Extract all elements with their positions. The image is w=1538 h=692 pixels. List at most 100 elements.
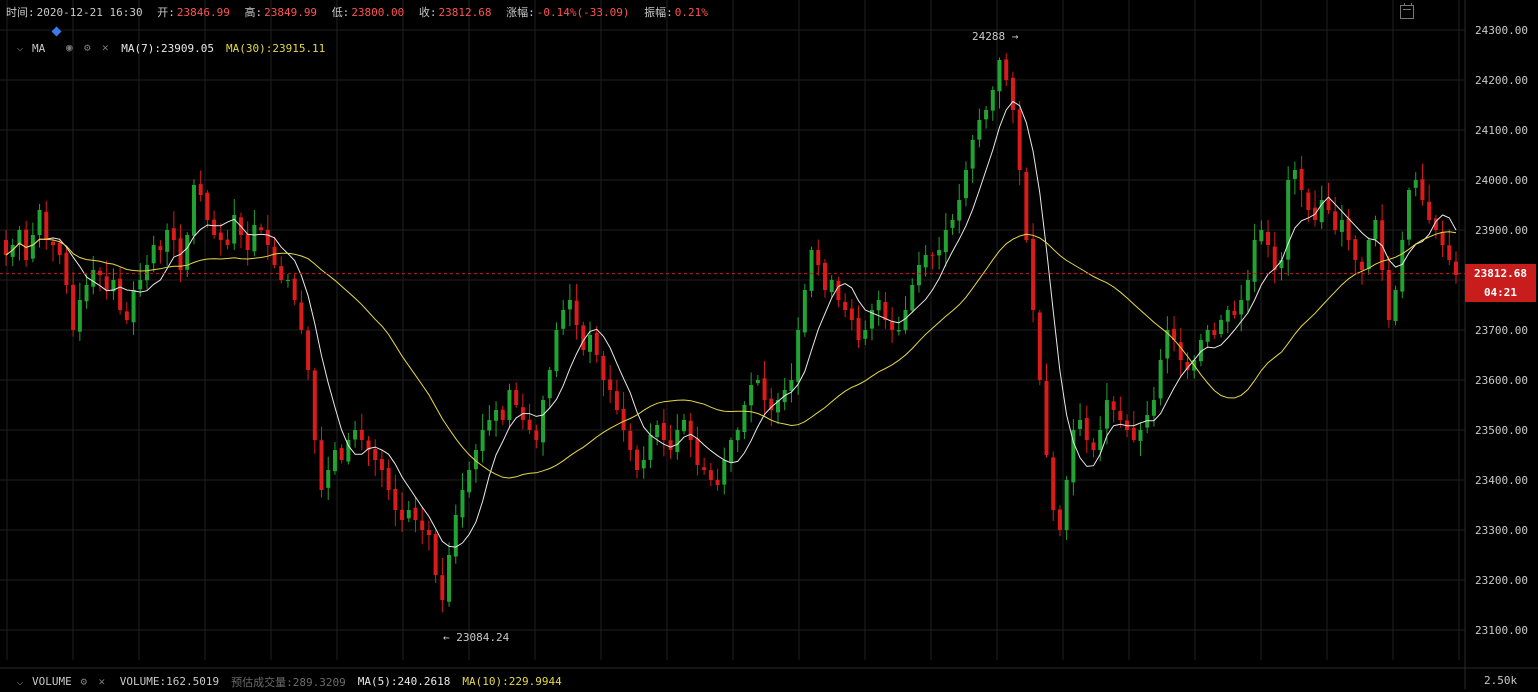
close-icon[interactable]: ✕ xyxy=(96,675,108,688)
candle-body xyxy=(722,460,727,485)
open-value: 23846.99 xyxy=(176,6,230,19)
candle-body xyxy=(843,301,848,310)
candle-body xyxy=(1151,400,1156,416)
candle-body xyxy=(24,229,29,260)
candle-body xyxy=(191,185,196,236)
candle-body xyxy=(487,420,492,431)
candle-body xyxy=(1057,509,1062,530)
candle-body xyxy=(1078,420,1083,430)
candle-body xyxy=(44,211,49,240)
price-tick-label: 23900.00 xyxy=(1475,224,1528,237)
candle-body xyxy=(1037,312,1042,380)
candle-body xyxy=(1084,418,1089,440)
candle-body xyxy=(682,420,687,432)
price-tick-label: 23400.00 xyxy=(1475,474,1528,487)
candle-body xyxy=(77,300,82,332)
candle-body xyxy=(534,430,539,440)
candle-body xyxy=(1386,269,1391,320)
candle-body xyxy=(1010,77,1015,110)
candle-body xyxy=(1239,300,1244,315)
gear-icon[interactable]: ⚙ xyxy=(81,42,93,54)
estimate-volume-label: 预估成交量:289.3209 xyxy=(231,675,346,689)
chevron-down-icon[interactable]: ⌵ xyxy=(14,675,26,688)
candle-body xyxy=(1360,261,1365,270)
candle-body xyxy=(903,310,908,331)
candle-body xyxy=(91,270,96,287)
gear-icon[interactable]: ⚙ xyxy=(78,675,90,688)
eye-icon[interactable]: ◉ xyxy=(63,42,75,54)
candle-body xyxy=(1044,381,1049,455)
candle-body xyxy=(816,250,821,265)
candle-body xyxy=(614,391,619,410)
candle-body xyxy=(1333,211,1338,230)
volume-ma10-label: MA(10):229.9944 xyxy=(462,675,562,688)
candle-body xyxy=(453,515,458,557)
candle-body xyxy=(916,265,921,286)
candle-body xyxy=(393,488,398,510)
candle-body xyxy=(1353,239,1358,260)
last-price-tag: 23812.68 04:21 xyxy=(1465,264,1536,302)
candle-body xyxy=(447,555,452,602)
ma30-label: MA(30):23915.11 xyxy=(225,41,326,55)
candle-body xyxy=(1326,199,1331,210)
candle-body xyxy=(259,227,264,230)
candle-body xyxy=(547,370,552,399)
candlestick-chart[interactable]: 24300.00 24200.00 24100.00 24000.00 23900.00… xyxy=(0,0,1538,689)
candle-body xyxy=(1178,342,1183,360)
candle-body xyxy=(480,430,485,451)
candle-body xyxy=(198,184,203,195)
candle-body xyxy=(1017,109,1022,170)
candle-body xyxy=(1098,430,1103,450)
candle-body xyxy=(1427,201,1432,220)
candle-body xyxy=(319,440,324,490)
candle-body xyxy=(628,430,633,450)
high-value: 23849.99 xyxy=(264,6,318,19)
price-tick-label: 23700.00 xyxy=(1475,324,1528,337)
price-tick-label: 23200.00 xyxy=(1475,574,1528,587)
price-axis[interactable]: 24300.00 24200.00 24100.00 24000.00 23900.00… xyxy=(1475,24,1528,687)
candle-body xyxy=(890,321,895,330)
price-tick-label: 23600.00 xyxy=(1475,374,1528,387)
price-tick-label: 24200.00 xyxy=(1475,74,1528,87)
price-tick-label: 23100.00 xyxy=(1475,624,1528,637)
candle-body xyxy=(1393,290,1398,322)
candle-body xyxy=(1212,330,1217,335)
close-icon[interactable]: ✕ xyxy=(99,42,111,54)
low-value: 23800.00 xyxy=(351,6,405,19)
candle-body xyxy=(460,490,465,518)
last-price-value: 23812.68 xyxy=(1474,267,1527,280)
candle-body xyxy=(594,332,599,355)
grid xyxy=(0,0,1465,660)
candle-body xyxy=(1225,310,1230,322)
candle-body xyxy=(1091,442,1096,450)
candle-body xyxy=(990,90,995,111)
candle-body xyxy=(997,60,1002,92)
candle-body xyxy=(581,325,586,350)
amplitude-label: 振幅: xyxy=(644,6,673,19)
chart-area[interactable]: 24300.00 24200.00 24100.00 24000.00 23900.00… xyxy=(0,0,1538,689)
chevron-down-icon[interactable]: ⌵ xyxy=(14,42,26,54)
candle-body xyxy=(212,219,217,235)
price-tick-label: 23500.00 xyxy=(1475,424,1528,437)
candle-body xyxy=(527,419,532,430)
time-value: 2020-12-21 16:30 xyxy=(36,6,143,19)
candle-body xyxy=(802,290,807,333)
candle-body xyxy=(252,225,257,252)
candle-body xyxy=(708,470,713,480)
candle-body xyxy=(621,408,626,430)
calendar-icon[interactable] xyxy=(1400,3,1414,19)
candle-body xyxy=(359,429,364,440)
candle-body xyxy=(494,410,499,421)
candle-body xyxy=(574,300,579,325)
candle-body xyxy=(245,234,250,250)
candle-body xyxy=(1440,231,1445,245)
candle-body xyxy=(1118,411,1123,420)
candle-body xyxy=(1400,240,1405,292)
candle-body xyxy=(608,379,613,390)
candle-body xyxy=(930,254,935,256)
candle-body xyxy=(1259,230,1264,242)
candle-body xyxy=(742,405,747,433)
price-tick-label: 24300.00 xyxy=(1475,24,1528,37)
ma-legend: ⌵ MA ◉ ⚙ ✕ MA(7):23909.05 MA(30):23915.1… xyxy=(14,40,326,56)
candle-body xyxy=(332,450,337,472)
